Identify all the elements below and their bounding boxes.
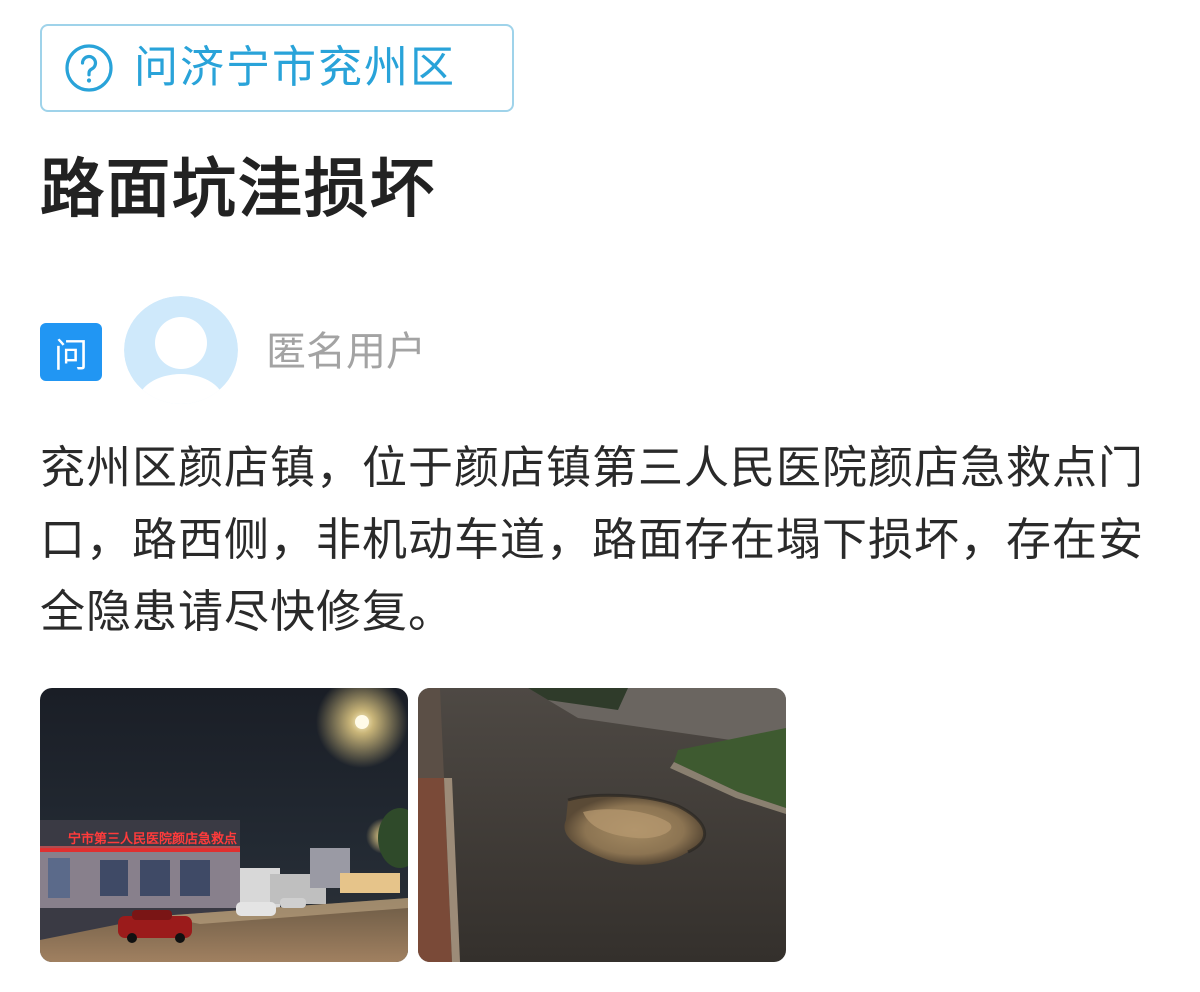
location-tag-label: 问济宁市兖州区 (134, 42, 456, 93)
author-row: 问 匿名用户 (40, 296, 740, 406)
question-circle-icon (65, 44, 113, 92)
photo-hospital-street[interactable]: 宁市第三人民医院颜店急救点 (40, 688, 408, 962)
author-name: 匿名用户 (266, 329, 426, 375)
hospital-sign-text: 宁市第三人民医院颜店急救点 (68, 831, 237, 847)
post-title: 路面坑洼损坏 (40, 153, 436, 227)
avatar[interactable] (124, 296, 238, 404)
location-tag[interactable]: 问济宁市兖州区 (40, 24, 514, 112)
post-body: 兖州区颜店镇，位于颜店镇第三人民医院颜店急救点门口，路西侧，非机动车道，路面存在… (40, 441, 1145, 638)
photo-pothole[interactable] (418, 688, 786, 962)
question-badge: 问 (40, 323, 102, 381)
